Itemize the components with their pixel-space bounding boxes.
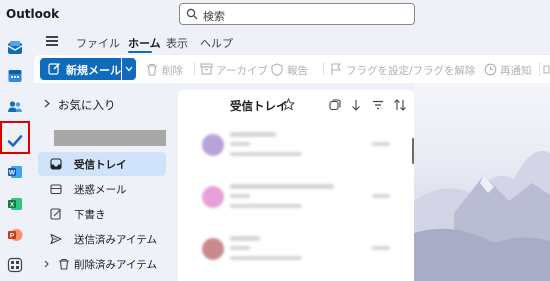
- toolbar-divider: [323, 62, 324, 76]
- folder-label: 下書き: [74, 209, 106, 221]
- active-tab-indicator: [128, 51, 152, 53]
- folder-sent[interactable]: 送信済みアイテム: [38, 227, 166, 251]
- toolbar-divider: [194, 62, 195, 76]
- more-icon: [543, 65, 550, 74]
- chevron-right-icon: [44, 99, 50, 108]
- avatar: [202, 238, 224, 260]
- svg-text:X: X: [10, 202, 15, 209]
- message-item[interactable]: [178, 178, 414, 230]
- people-icon: [8, 101, 22, 112]
- rail-mail[interactable]: [4, 37, 26, 59]
- favorites-label: お気に入り: [58, 98, 116, 112]
- app-title: Outlook: [6, 7, 60, 21]
- svg-text:P: P: [10, 233, 15, 240]
- calendar-icon: [8, 70, 22, 82]
- new-mail-label: 新規メール: [66, 64, 121, 77]
- draft-icon: [50, 208, 61, 220]
- search-box[interactable]: 検索: [179, 3, 415, 25]
- archive-label: アーカイブ: [216, 65, 268, 77]
- folder-inbox[interactable]: 受信トレイ: [38, 152, 166, 176]
- archive-icon: [200, 63, 213, 75]
- trash-icon: [59, 258, 69, 270]
- snooze-label: 再通知: [500, 65, 532, 77]
- shield-icon: [271, 63, 283, 76]
- tab-file[interactable]: ファイル: [76, 35, 120, 51]
- svg-text:W: W: [9, 170, 16, 177]
- sender-redacted: [230, 236, 260, 241]
- powerpoint-icon: P: [8, 229, 23, 241]
- arrow-down-icon[interactable]: [351, 99, 361, 111]
- folder-label: 受信トレイ: [74, 159, 127, 171]
- message-item[interactable]: [178, 230, 414, 281]
- excel-icon: X: [8, 198, 22, 210]
- folder-label: 迷惑メール: [74, 184, 127, 196]
- inbox-icon: [50, 158, 62, 170]
- background-illustration: [414, 150, 550, 281]
- sort-icon[interactable]: [393, 99, 407, 111]
- time-redacted: [372, 142, 390, 146]
- avatar: [202, 186, 224, 208]
- new-mail-dropdown[interactable]: [122, 58, 136, 80]
- subject-redacted: [230, 194, 250, 198]
- apps-icon: [7, 257, 23, 273]
- reading-pane: [414, 83, 550, 281]
- report-label: 報告: [287, 65, 308, 77]
- hamburger-menu-icon[interactable]: [46, 36, 58, 46]
- rail-excel[interactable]: X: [4, 193, 26, 215]
- time-redacted: [372, 194, 390, 198]
- ribbon-tabs: ファイル ホーム 表示 ヘルプ: [30, 30, 550, 54]
- sender-redacted: [230, 184, 334, 189]
- title-bar: Outlook 検索: [0, 0, 550, 30]
- preview-redacted: [230, 204, 302, 208]
- app-rail: W X P: [0, 30, 30, 281]
- folder-drafts[interactable]: 下書き: [38, 202, 166, 226]
- new-mail-button[interactable]: 新規メール: [40, 58, 121, 80]
- tab-home[interactable]: ホーム: [128, 35, 161, 51]
- flag-label: フラグを設定/フラグを解除: [346, 65, 476, 77]
- rail-people[interactable]: [4, 96, 26, 118]
- folder-label: 削除済みアイテム: [74, 259, 157, 271]
- rail-powerpoint[interactable]: P: [4, 224, 26, 246]
- subject-redacted: [230, 246, 250, 250]
- subject-redacted: [230, 142, 250, 146]
- compose-icon: [48, 63, 60, 75]
- account-name-redacted[interactable]: [54, 130, 166, 146]
- preview-redacted: [230, 152, 302, 156]
- delete-label: 削除: [162, 65, 183, 77]
- avatar: [202, 134, 224, 156]
- chevron-right-icon: [44, 260, 49, 268]
- search-icon: [186, 8, 198, 20]
- preview-redacted: [230, 256, 302, 260]
- chevron-down-icon: [125, 66, 133, 72]
- sent-icon: [50, 233, 62, 245]
- todo-icon: [7, 135, 23, 147]
- message-list: 受信トレイ: [178, 90, 415, 281]
- rail-word[interactable]: W: [4, 161, 26, 183]
- mail-icon: [7, 41, 23, 54]
- search-placeholder: 検索: [203, 10, 225, 23]
- rail-calendar[interactable]: [4, 65, 26, 87]
- tab-help[interactable]: ヘルプ: [200, 35, 233, 51]
- time-redacted: [372, 246, 390, 250]
- message-list-title: 受信トレイ: [230, 99, 288, 113]
- junk-icon: [50, 184, 62, 195]
- message-item[interactable]: [178, 126, 414, 178]
- word-icon: W: [8, 166, 22, 178]
- toolbar-divider: [539, 62, 540, 76]
- sender-redacted: [230, 132, 276, 137]
- folder-label: 送信済みアイテム: [74, 234, 157, 246]
- trash-icon: [147, 63, 157, 76]
- clock-icon: [484, 63, 497, 76]
- folder-deleted[interactable]: 削除済みアイテム: [38, 252, 166, 276]
- star-icon[interactable]: [282, 98, 295, 111]
- rail-apps[interactable]: [4, 254, 26, 276]
- folder-junk[interactable]: 迷惑メール: [38, 177, 166, 201]
- flag-icon: [331, 63, 342, 75]
- select-icon[interactable]: [329, 99, 341, 111]
- folder-pane: お気に入り 受信トレイ 迷惑メール 下書き 送信済みアイテム 削除済みアイテム: [34, 83, 178, 281]
- rail-todo[interactable]: [4, 130, 26, 152]
- tab-view[interactable]: 表示: [166, 35, 188, 51]
- filter-icon[interactable]: [372, 99, 384, 111]
- command-toolbar: 新規メール 削除 アーカイブ 報告 フラグを設定/フラグを解除 再通知: [34, 55, 550, 83]
